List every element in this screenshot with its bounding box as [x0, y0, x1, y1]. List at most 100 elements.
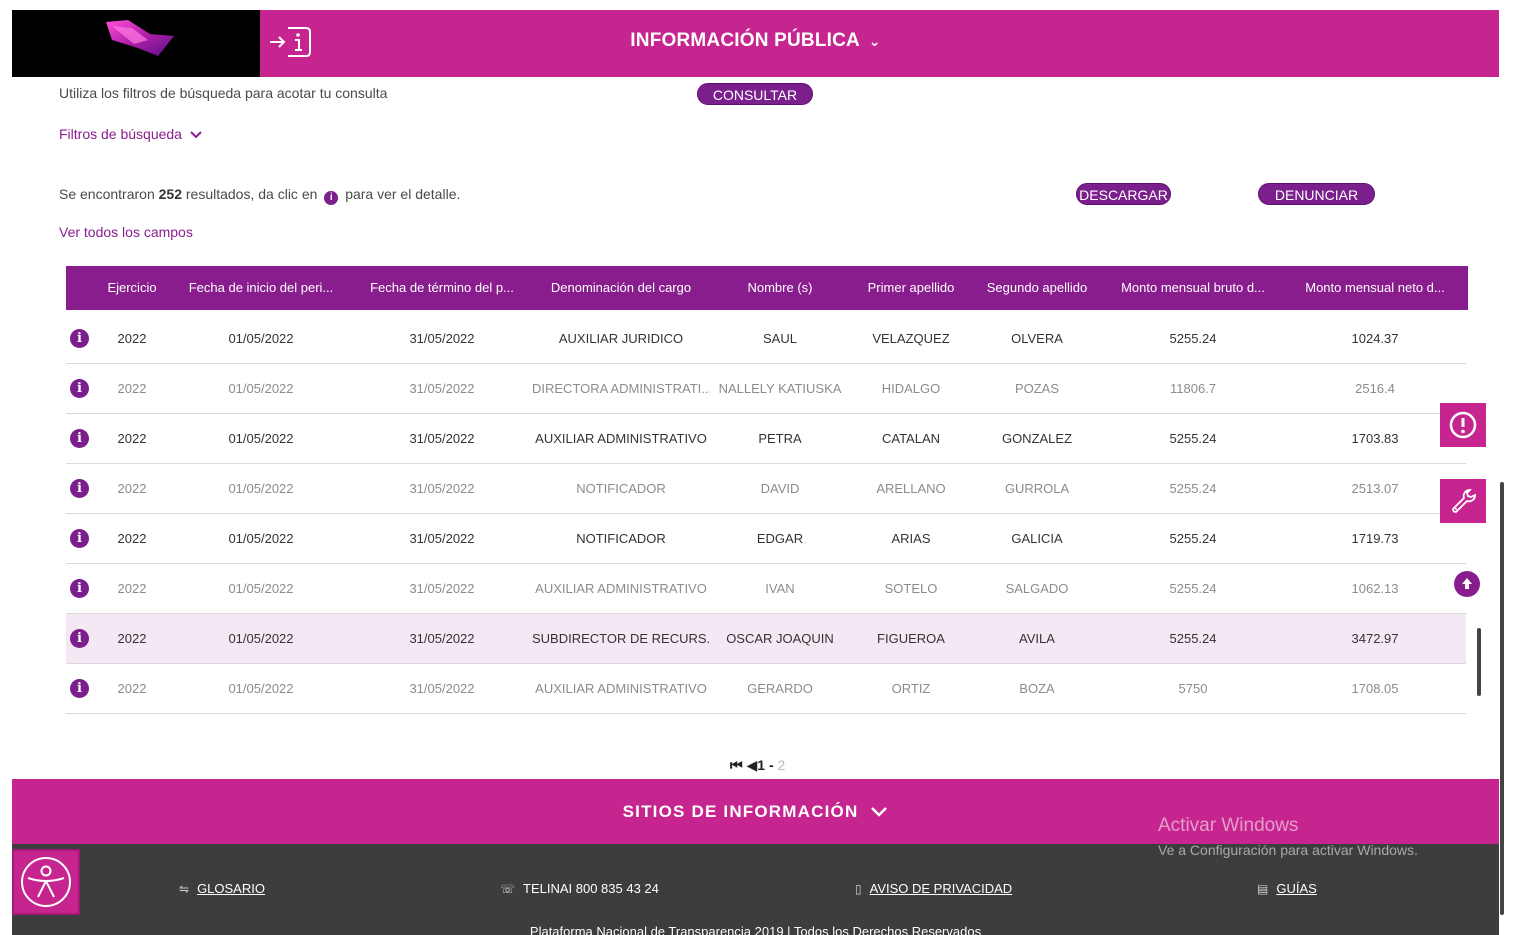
sites-title-text: SITIOS DE INFORMACIÓN [622, 802, 859, 821]
cell-denominacion: AUXILIAR ADMINISTRATIVO [535, 581, 707, 596]
wrench-icon [1452, 489, 1476, 513]
cell-denominacion: AUXILIAR ADMINISTRATIVO [535, 431, 707, 446]
telinai-label: TELINAI 800 835 43 24 [523, 881, 659, 896]
table-row: i 2022 01/05/2022 31/05/2022 NOTIFICADOR… [66, 464, 1466, 514]
copyright-text: Plataforma Nacional de Transparencia 201… [529, 924, 982, 935]
cell-segundo-apellido: AVILA [1019, 631, 1055, 646]
denunciar-button[interactable]: DENUNCIAR [1258, 183, 1375, 205]
cell-ejercicio: 2022 [117, 531, 147, 546]
cell-primer-apellido: FIGUEROA [877, 631, 945, 646]
chevron-down-icon: ⌄ [868, 33, 881, 49]
results-suffix-b: para ver el detalle. [345, 186, 461, 202]
cell-ejercicio: 2022 [117, 481, 147, 496]
search-filters-label: Filtros de búsqueda [59, 126, 182, 142]
page-next[interactable]: 2 [778, 757, 786, 773]
row-detail-info-icon[interactable]: i [70, 579, 89, 598]
column-header-denominacion[interactable]: Denominación del cargo [532, 266, 710, 310]
chevron-down-icon [190, 131, 202, 139]
column-header-fecha-termino[interactable]: Fecha de término del p... [362, 266, 522, 310]
column-header-segundo-apellido[interactable]: Segundo apellido [978, 266, 1096, 310]
table-header: Ejercicio Fecha de inicio del peri... Fe… [66, 266, 1468, 310]
cell-monto-neto: 1062.13 [1351, 581, 1399, 596]
glossary-icon: ⇋ [179, 882, 190, 896]
descargar-button[interactable]: DESCARGAR [1076, 183, 1171, 205]
guias-label: GUÍAS [1276, 881, 1317, 896]
column-header-monto-bruto[interactable]: Monto mensual bruto d... [1112, 266, 1274, 310]
cell-fecha-termino: 31/05/2022 [409, 631, 475, 646]
cell-segundo-apellido: GURROLA [1004, 481, 1070, 496]
results-prefix: Se encontraron [59, 186, 155, 202]
report-alert-button[interactable] [1440, 403, 1486, 447]
cell-segundo-apellido: GONZALEZ [1001, 431, 1073, 446]
guias-link[interactable]: ▤ GUÍAS [1257, 881, 1317, 896]
page-current[interactable]: 1 [757, 757, 765, 773]
row-detail-info-icon[interactable]: i [70, 629, 89, 648]
cell-denominacion: AUXILIAR JURIDICO [558, 331, 684, 346]
table-row: i 2022 01/05/2022 31/05/2022 NOTIFICADOR… [66, 514, 1466, 564]
column-header-ejercicio[interactable]: Ejercicio [106, 266, 158, 310]
cell-monto-bruto: 5255.24 [1169, 531, 1217, 546]
page-scrollbar[interactable] [1500, 482, 1504, 915]
windows-watermark-subtitle: Ve a Configuración para activar Windows. [1158, 842, 1418, 858]
cell-primer-apellido: ORTIZ [891, 681, 931, 696]
column-header-monto-neto[interactable]: Monto mensual neto d... [1294, 266, 1456, 310]
cell-fecha-inicio: 01/05/2022 [228, 581, 294, 596]
all-fields-link[interactable]: Ver todos los campos [59, 224, 193, 240]
first-page-icon[interactable]: ⏮ [730, 757, 743, 773]
column-header-nombre[interactable]: Nombre (s) [718, 266, 842, 310]
aviso-privacidad-link[interactable]: ▯ AVISO DE PRIVACIDAD [855, 881, 1012, 896]
glosario-link[interactable]: ⇋ GLOSARIO [179, 881, 265, 896]
row-detail-info-icon[interactable]: i [70, 479, 89, 498]
cell-nombre: SAUL [763, 331, 797, 346]
cell-nombre: DAVID [760, 481, 800, 496]
results-summary: Se encontraron 252 resultados, da clic e… [59, 186, 460, 205]
page-separator: - [768, 757, 774, 773]
cell-monto-neto: 1024.37 [1351, 331, 1399, 346]
results-count: 252 [158, 186, 182, 202]
cell-nombre: PETRA [758, 431, 802, 446]
cell-segundo-apellido: GALICIA [1011, 531, 1063, 546]
row-detail-info-icon[interactable]: i [70, 679, 89, 698]
table-row: i 2022 01/05/2022 31/05/2022 DIRECTORA A… [66, 364, 1466, 414]
table-scrollbar[interactable] [1477, 628, 1481, 696]
search-filters-toggle[interactable]: Filtros de búsqueda [59, 126, 202, 142]
row-detail-info-icon[interactable]: i [70, 379, 89, 398]
header-menu-toggle[interactable]: INFORMACIÓN PÚBLICA ⌄ [12, 30, 1499, 52]
cell-monto-bruto: 5750 [1178, 681, 1208, 696]
cell-ejercicio: 2022 [117, 431, 147, 446]
column-header-primer-apellido[interactable]: Primer apellido [856, 266, 966, 310]
cell-denominacion: AUXILIAR ADMINISTRATIVO [535, 681, 707, 696]
cell-fecha-termino: 31/05/2022 [409, 331, 475, 346]
glosario-label: GLOSARIO [197, 881, 265, 896]
cell-fecha-termino: 31/05/2022 [409, 531, 475, 546]
row-detail-info-icon[interactable]: i [70, 329, 89, 348]
cell-fecha-inicio: 01/05/2022 [228, 431, 294, 446]
cell-segundo-apellido: OLVERA [1011, 331, 1063, 346]
cell-primer-apellido: ARIAS [891, 531, 931, 546]
cell-segundo-apellido: POZAS [1014, 381, 1060, 396]
privacy-icon: ▯ [855, 882, 862, 896]
cell-primer-apellido: SOTELO [884, 581, 938, 596]
cell-fecha-inicio: 01/05/2022 [228, 481, 294, 496]
tools-button[interactable] [1440, 479, 1486, 523]
pagination: ⏮ ◀1 - 2 [730, 757, 785, 774]
row-detail-info-icon[interactable]: i [70, 529, 89, 548]
cell-fecha-inicio: 01/05/2022 [228, 681, 294, 696]
cell-denominacion: DIRECTORA ADMINISTRATI... [532, 381, 710, 396]
scroll-top-button[interactable] [1454, 571, 1480, 597]
cell-fecha-inicio: 01/05/2022 [228, 331, 294, 346]
consultar-button[interactable]: CONSULTAR [697, 83, 813, 105]
table-row: i 2022 01/05/2022 31/05/2022 AUXILIAR AD… [66, 664, 1466, 714]
cell-monto-neto: 2513.07 [1351, 481, 1399, 496]
accessibility-icon [21, 857, 71, 907]
cell-monto-bruto: 5255.24 [1169, 581, 1217, 596]
column-header-fecha-inicio[interactable]: Fecha de inicio del peri... [182, 266, 340, 310]
cell-segundo-apellido: BOZA [1019, 681, 1055, 696]
exclamation-circle-icon [1449, 411, 1477, 439]
accessibility-button[interactable] [12, 849, 80, 915]
cell-ejercicio: 2022 [117, 681, 147, 696]
cell-nombre: EDGAR [756, 531, 804, 546]
prev-page-icon[interactable]: ◀ [747, 757, 758, 773]
arrow-up-icon [1462, 578, 1472, 589]
row-detail-info-icon[interactable]: i [70, 429, 89, 448]
